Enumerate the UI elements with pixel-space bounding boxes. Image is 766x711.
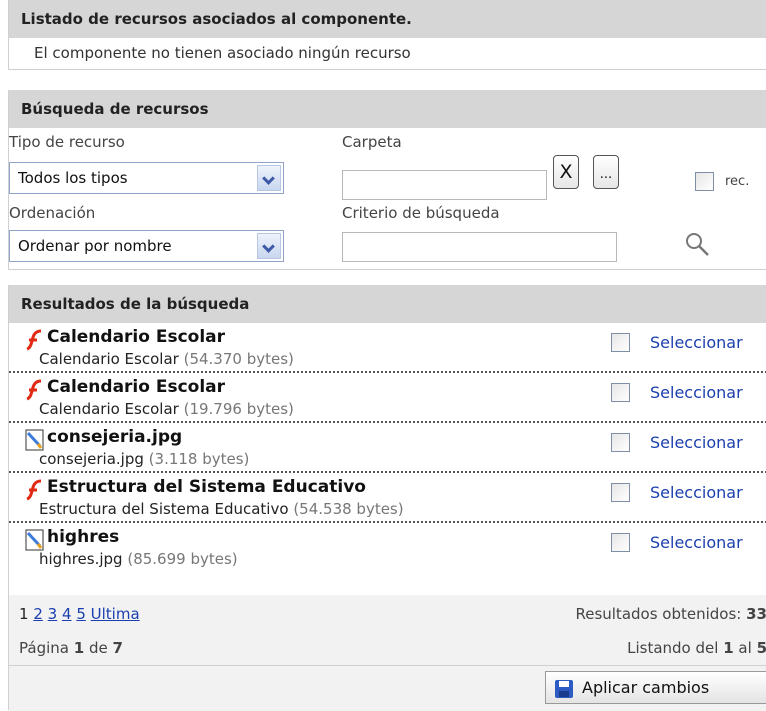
result-detail: Calendario Escolar (54.370 bytes)	[39, 350, 294, 368]
search-criteria-label: Criterio de búsqueda	[342, 204, 500, 222]
page-links: 1 2 3 4 5 Ultima	[19, 605, 140, 623]
page-indicator: Página 1 de 7	[19, 639, 123, 657]
results-count-value: 33	[746, 605, 766, 623]
page-link-4[interactable]: 4	[62, 605, 72, 623]
result-title[interactable]: consejeria.jpg	[47, 427, 182, 447]
result-size: (85.699 bytes)	[127, 550, 238, 568]
folder-label: Carpeta	[342, 133, 402, 151]
select-checkbox[interactable]	[611, 483, 630, 502]
select-checkbox[interactable]	[611, 433, 630, 452]
page-link-3[interactable]: 3	[48, 605, 58, 623]
resource-type-value: Todos los tipos	[18, 169, 128, 187]
order-select[interactable]: Ordenar por nombre	[9, 230, 284, 262]
result-size: (19.796 bytes)	[183, 400, 294, 418]
chevron-down-icon[interactable]	[257, 233, 281, 259]
select-link[interactable]: Seleccionar	[650, 383, 743, 402]
image-icon	[25, 429, 45, 451]
listing-indicator: Listando del 1 al 5	[627, 639, 766, 657]
select-checkbox[interactable]	[611, 383, 630, 402]
flash-icon	[25, 329, 45, 351]
apply-bar: Aplicar cambios	[9, 665, 766, 711]
result-detail: highres.jpg (85.699 bytes)	[39, 550, 238, 568]
select-checkbox[interactable]	[611, 533, 630, 552]
result-size: (54.538 bytes)	[293, 500, 404, 518]
result-detail: Estructura del Sistema Educativo (54.538…	[39, 500, 404, 518]
recursive-label: rec.	[725, 174, 750, 189]
select-link[interactable]: Seleccionar	[650, 433, 743, 452]
resource-type-label: Tipo de recurso	[9, 133, 125, 151]
listing-to: 5	[756, 639, 766, 657]
apply-changes-label: Aplicar cambios	[582, 678, 710, 697]
chevron-down-icon[interactable]	[257, 165, 281, 191]
listing-al: al	[738, 639, 752, 657]
page-current-number: 1	[73, 639, 85, 657]
results-count-label: Resultados obtenidos:	[575, 605, 742, 623]
result-filename: highres.jpg	[39, 550, 123, 568]
associated-resources-panel: Listado de recursos asociados al compone…	[8, 0, 766, 70]
select-checkbox[interactable]	[611, 333, 630, 352]
page-of: de	[88, 639, 108, 657]
page-total: 7	[112, 639, 123, 657]
apply-changes-button[interactable]: Aplicar cambios	[545, 671, 766, 704]
result-title[interactable]: Calendario Escolar	[47, 377, 225, 397]
results-count: Resultados obtenidos: 33	[575, 605, 766, 623]
resource-search-panel: Búsqueda de recursos Tipo de recurso Tod…	[8, 90, 766, 270]
search-results-header: Resultados de la búsqueda	[9, 285, 766, 323]
result-size: (3.118 bytes)	[148, 450, 250, 468]
result-detail: Calendario Escolar (19.796 bytes)	[39, 400, 294, 418]
flash-icon	[25, 379, 45, 401]
clear-folder-button[interactable]: X	[553, 155, 579, 189]
order-value: Ordenar por nombre	[18, 237, 172, 255]
result-filename: Estructura del Sistema Educativo	[39, 500, 289, 518]
search-results-panel: Resultados de la búsqueda Calendario Esc…	[8, 285, 766, 711]
order-label: Ordenación	[9, 204, 96, 222]
page-current: 1	[19, 605, 29, 623]
result-title[interactable]: highres	[47, 527, 119, 547]
result-row: Calendario Escolar Calendario Escolar (1…	[9, 373, 766, 423]
flash-icon	[25, 479, 45, 501]
result-title[interactable]: Estructura del Sistema Educativo	[47, 477, 366, 497]
browse-folder-button[interactable]: ...	[593, 155, 619, 189]
image-icon	[25, 529, 45, 551]
page-link-2[interactable]: 2	[33, 605, 43, 623]
recursive-checkbox[interactable]	[695, 172, 714, 191]
save-icon	[554, 678, 574, 698]
resource-search-header: Búsqueda de recursos	[9, 90, 766, 128]
page-link-last[interactable]: Ultima	[91, 605, 140, 623]
resource-type-select[interactable]: Todos los tipos	[9, 162, 284, 194]
pagination-bar: 1 2 3 4 5 Ultima Resultados obtenidos: 3…	[9, 595, 766, 665]
search-icon[interactable]	[683, 230, 711, 260]
select-link[interactable]: Seleccionar	[650, 483, 743, 502]
result-title[interactable]: Calendario Escolar	[47, 327, 225, 347]
result-filename: Calendario Escolar	[39, 400, 179, 418]
page-link-5[interactable]: 5	[76, 605, 86, 623]
select-link[interactable]: Seleccionar	[650, 333, 743, 352]
result-size: (54.370 bytes)	[183, 350, 294, 368]
result-row: consejeria.jpg consejeria.jpg (3.118 byt…	[9, 423, 766, 473]
search-criteria-input[interactable]	[342, 232, 617, 262]
folder-input[interactable]	[342, 170, 547, 200]
result-filename: consejeria.jpg	[39, 450, 144, 468]
result-row: Estructura del Sistema Educativo Estruct…	[9, 473, 766, 523]
associated-resources-header: Listado de recursos asociados al compone…	[9, 0, 766, 38]
page-label: Página	[19, 639, 69, 657]
associated-resources-empty-message: El componente no tienen asociado ningún …	[9, 38, 766, 68]
select-link[interactable]: Seleccionar	[650, 533, 743, 552]
result-row: Calendario Escolar Calendario Escolar (5…	[9, 323, 766, 373]
listing-from: 1	[723, 639, 734, 657]
result-row: highres highres.jpg (85.699 bytes) Selec…	[9, 523, 766, 573]
result-filename: Calendario Escolar	[39, 350, 179, 368]
listing-label: Listando del	[627, 639, 719, 657]
result-detail: consejeria.jpg (3.118 bytes)	[39, 450, 249, 468]
